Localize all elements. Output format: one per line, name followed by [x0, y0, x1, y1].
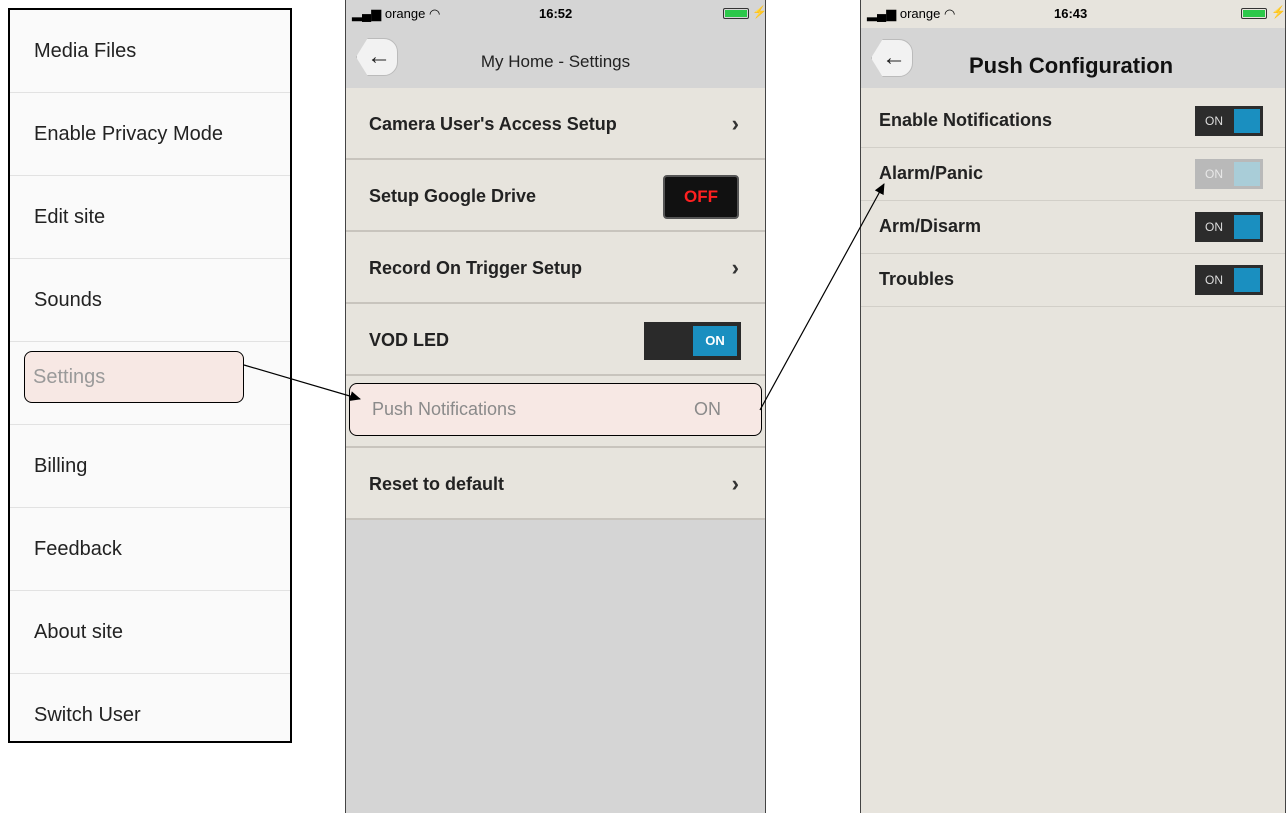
menu-item-media-files[interactable]: Media Files	[10, 10, 290, 93]
menu-item-label: Feedback	[34, 538, 122, 560]
menu-item-label: Sounds	[34, 289, 102, 311]
row-label: Camera User's Access Setup	[369, 114, 617, 134]
battery-icon	[723, 8, 749, 19]
signal-icon: ▂▄▆	[352, 6, 382, 21]
menu-item-label: Enable Privacy Mode	[34, 123, 223, 145]
row-vod-led: VOD LED ON	[346, 304, 765, 376]
alarm-panic-toggle: ON	[1195, 159, 1263, 189]
chevron-right-icon: ›	[731, 471, 739, 496]
row-troubles: Troubles ON	[861, 254, 1285, 307]
status-bar: ▂▄▆ orange ◠ 16:43 ⚡	[861, 0, 1285, 28]
menu-item-label: Settings	[33, 366, 106, 388]
chevron-right-icon: ›	[731, 111, 739, 136]
carrier-label: ▂▄▆ orange ◠	[352, 6, 440, 22]
arm-disarm-toggle[interactable]: ON	[1195, 212, 1263, 242]
menu-item-switch-user[interactable]: Switch User	[10, 674, 290, 757]
row-label: Push Notifications	[372, 399, 517, 419]
row-push-notifications[interactable]: Push Notifications ON	[349, 383, 762, 436]
carrier-label: ▂▄▆ orange ◠	[867, 6, 955, 22]
charging-icon: ⚡	[1271, 5, 1286, 19]
settings-screen: ▂▄▆ orange ◠ 16:52 ⚡ ← My Home - Setting…	[345, 0, 766, 813]
menu-item-billing[interactable]: Billing	[10, 425, 290, 508]
row-label: VOD LED	[369, 330, 450, 350]
wifi-icon: ◠	[943, 6, 956, 21]
carrier-name: orange	[899, 6, 941, 21]
menu-item-enable-privacy-mode[interactable]: Enable Privacy Mode	[10, 93, 290, 176]
troubles-toggle[interactable]: ON	[1195, 265, 1263, 295]
row-label: Record On Trigger Setup	[369, 258, 583, 278]
row-setup-google-drive: Setup Google Drive OFF	[346, 160, 765, 232]
menu-item-label: Media Files	[34, 40, 137, 62]
google-drive-toggle[interactable]: OFF	[663, 175, 739, 219]
row-arm-disarm: Arm/Disarm ON	[861, 201, 1285, 254]
row-label: Enable Notifications	[879, 110, 1053, 130]
back-arrow-icon: ←	[882, 44, 906, 71]
menu-item-sounds[interactable]: Sounds	[10, 259, 290, 342]
charging-icon: ⚡	[752, 5, 766, 19]
signal-icon: ▂▄▆	[867, 6, 897, 21]
status-bar: ▂▄▆ orange ◠ 16:52 ⚡	[346, 0, 765, 28]
row-label: Troubles	[879, 269, 955, 289]
wifi-icon: ◠	[428, 6, 441, 21]
battery-icon	[1241, 8, 1267, 19]
vod-led-toggle[interactable]: ON	[644, 322, 741, 360]
row-value: ON	[694, 399, 721, 419]
toggle-state: ON	[693, 326, 737, 356]
back-button[interactable]: ←	[871, 39, 913, 77]
toggle-state: ON	[1205, 167, 1223, 181]
enable-notifications-toggle[interactable]: ON	[1195, 106, 1263, 136]
status-time: 16:52	[539, 6, 573, 21]
push-configuration-screen: ▂▄▆ orange ◠ 16:43 ⚡ ← Push Configuratio…	[860, 0, 1286, 813]
row-camera-user-access[interactable]: Camera User's Access Setup ›	[346, 88, 765, 160]
nav-bar: ← Push Configuration	[861, 28, 1285, 88]
row-reset-default[interactable]: Reset to default ›	[346, 448, 765, 520]
page-title: My Home - Settings	[480, 52, 631, 71]
toggle-knob	[1234, 162, 1260, 186]
toggle-knob	[1234, 268, 1260, 292]
menu-item-label: Switch User	[34, 704, 141, 726]
page-title: Push Configuration	[969, 53, 1174, 78]
menu-item-about-site[interactable]: About site	[10, 591, 290, 674]
row-label: Alarm/Panic	[879, 163, 984, 183]
row-alarm-panic: Alarm/Panic ON	[861, 148, 1285, 201]
row-label: Setup Google Drive	[369, 186, 537, 206]
menu-item-label: Billing	[34, 455, 88, 477]
menu-item-feedback[interactable]: Feedback	[10, 508, 290, 591]
toggle-knob	[1234, 215, 1260, 239]
carrier-name: orange	[384, 6, 426, 21]
toggle-state: ON	[1205, 220, 1223, 234]
row-label: Reset to default	[369, 474, 505, 494]
status-time: 16:43	[1054, 6, 1088, 21]
toggle-state: ON	[1205, 114, 1223, 128]
menu-item-label: About site	[34, 621, 123, 643]
row-enable-notifications: Enable Notifications ON	[861, 95, 1285, 148]
toggle-state: ON	[1205, 273, 1223, 287]
menu-item-settings[interactable]: Settings	[24, 351, 244, 403]
menu-item-label: Edit site	[34, 206, 106, 228]
toggle-knob	[1234, 109, 1260, 133]
row-label: Arm/Disarm	[879, 216, 982, 236]
menu-item-edit-site[interactable]: Edit site	[10, 176, 290, 259]
chevron-right-icon: ›	[731, 255, 739, 280]
row-record-on-trigger[interactable]: Record On Trigger Setup ›	[346, 232, 765, 304]
nav-bar: ← My Home - Settings	[346, 28, 765, 88]
